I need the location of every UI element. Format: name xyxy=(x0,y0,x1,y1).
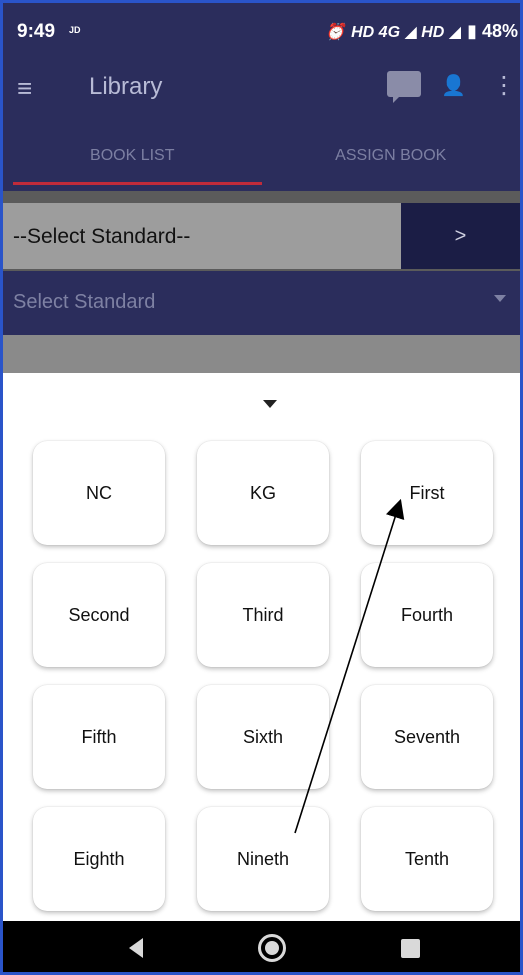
recent-apps-icon[interactable] xyxy=(401,939,420,958)
home-icon[interactable] xyxy=(258,934,286,962)
annotation-arrow xyxy=(294,498,405,834)
phone-screen: 9:49 JD ⏰ HD 4G ◢ HD ◢ ▮ 48% ≡ Library 👤… xyxy=(0,0,523,975)
back-icon[interactable] xyxy=(129,938,143,958)
navigation-bar xyxy=(3,921,520,972)
